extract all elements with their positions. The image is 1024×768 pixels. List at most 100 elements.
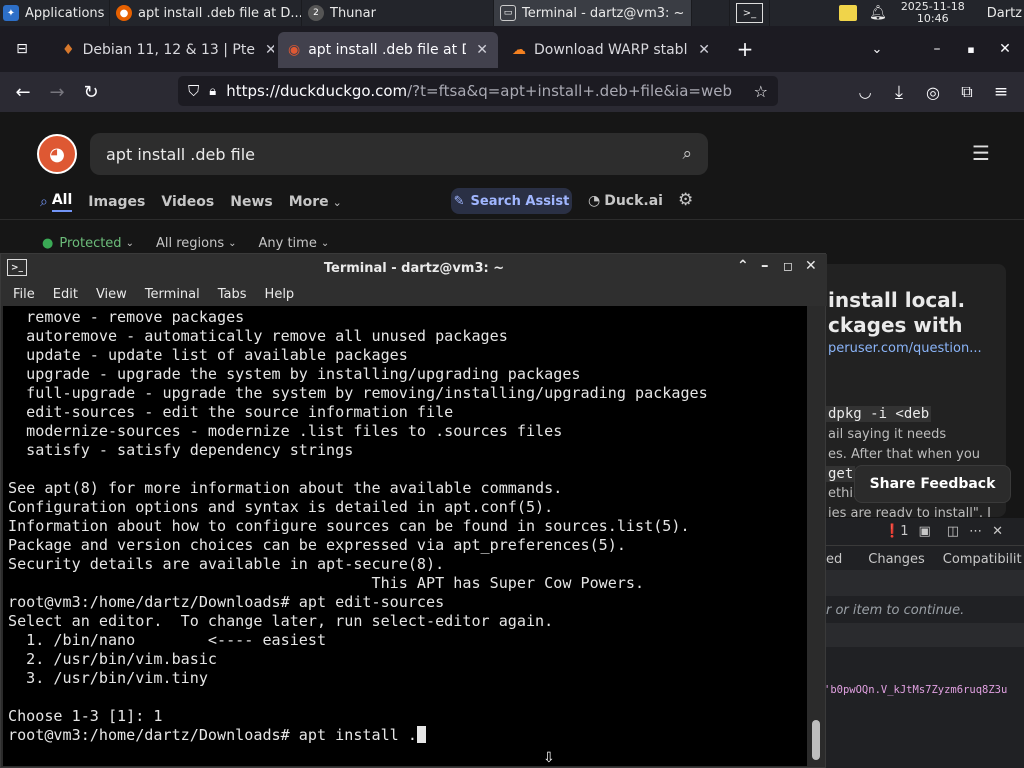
new-tab-icon[interactable]: + [728,32,762,66]
terminal-line: satisfy - satisfy dependency strings [8,441,354,459]
chevron-up-icon[interactable]: ⌃ [737,258,749,274]
duckduckgo-favicon-icon: ◉ [288,42,301,58]
close-tab-icon[interactable]: ✕ [466,42,488,58]
notification-bell-icon[interactable]: 🔔︎ [869,5,887,21]
reload-icon[interactable]: ↻ [74,75,108,109]
terminal-line: Configuration options and syntax is deta… [8,498,554,516]
result-heading[interactable]: install local. ckages with [828,288,965,338]
tab-images[interactable]: Images [88,194,145,210]
time-filter[interactable]: Any time [258,236,316,251]
taskbar-thunar[interactable]: 2 Thunar [302,0,494,26]
url-bar[interactable]: ⛉ 🔒︎ https://duckduckgo.com/?t=ftsa&q=ap… [178,76,778,106]
search-assist-label: Search Assist [470,193,570,209]
scrollbar-thumb[interactable] [812,720,820,760]
tab-warp[interactable]: ☁ Download WARP stable r ✕ [502,32,720,68]
maximize-icon[interactable]: ◻ [783,259,793,273]
pocket-icon[interactable]: ◡ [848,75,882,109]
app-menu-icon[interactable]: ≡ [984,75,1018,109]
user-menu[interactable]: Dartz [987,6,1022,21]
terminal-line: root@vm3:/home/dartz/Downloads# apt edit… [8,593,445,611]
tab-overview-icon[interactable]: ⊟ [4,32,40,66]
downloads-icon[interactable]: ⤓ [882,75,916,109]
menu-help[interactable]: Help [253,287,301,302]
search-icon[interactable]: ⌕ [682,144,692,164]
maximize-icon[interactable]: ▪ [954,32,988,66]
favicon-icon: ♦ [62,42,75,58]
menu-file[interactable]: File [1,287,41,302]
forward-icon[interactable]: → [40,75,74,109]
tab-duckduckgo[interactable]: ◉ apt install .deb file at Du ✕ [278,32,498,68]
duck-ai-button[interactable]: ◔ Duck.ai [588,190,663,212]
duck-ai-icon: ◔ [588,193,601,209]
back-icon[interactable]: ← [6,75,40,109]
settings-gear-icon[interactable]: ⚙ [678,190,693,210]
devtools-tab-changes[interactable]: Changes [868,552,925,567]
hamburger-menu-icon[interactable]: ☰ [972,141,990,165]
tab-news[interactable]: News [230,194,272,210]
top-panel: ✦ Applications ● apt install .deb file a… [0,0,1024,26]
minimize-icon[interactable]: – [920,32,954,66]
tab-duckduckgo-label: apt install .deb file at Du [308,42,467,58]
tab-all[interactable]: All [51,192,73,212]
close-window-icon[interactable]: ✕ [988,32,1022,66]
extensions-icon[interactable]: ⧉ [950,75,984,109]
terminal-line: Select an editor. To change later, run s… [8,612,554,630]
search-input[interactable]: apt install .deb file ⌕ [90,133,708,175]
applications-label: Applications [25,5,105,21]
terminal-app-icon: >_ [7,259,27,276]
list-tabs-icon[interactable]: ⌄ [860,32,894,66]
taskbar-firefox[interactable]: ● apt install .deb file at D... [110,0,302,26]
minimize-icon[interactable]: – [761,256,769,274]
devtools-tab-partial[interactable]: ed [826,552,842,567]
search-assist-button[interactable]: ✎ Search Assist [451,188,572,214]
terminal-line: 1. /bin/nano <---- easiest [8,631,327,649]
browser-tab-strip: ⊟ ♦ Debian 11, 12 & 13 | Pte ✕ ◉ apt ins… [0,26,1024,72]
cloudflare-favicon-icon: ☁ [512,42,526,58]
menu-edit[interactable]: Edit [41,287,84,302]
terminal-output[interactable]: remove - remove packages autoremove - au… [3,306,807,766]
sparkle-icon: ✎ [453,193,465,209]
ddg-divider [0,219,1024,220]
region-filter[interactable]: All regions [156,236,224,251]
account-icon[interactable]: ◎ [916,75,950,109]
applications-menu[interactable]: ✦ Applications [0,0,110,26]
clock[interactable]: 2025-11-18 10:46 [901,1,965,25]
tab-debian[interactable]: ♦ Debian 11, 12 & 13 | Pte ✕ [52,32,274,68]
taskbar-terminal[interactable]: ▭ Terminal - dartz@vm3: ~ [494,0,692,26]
responsive-icon[interactable]: ◫ [947,524,959,539]
menu-view[interactable]: View [84,287,133,302]
devtools-tab-compat[interactable]: Compatibilit [943,552,1022,567]
tab-more[interactable]: More [289,194,329,210]
bookmark-star-icon[interactable]: ☆ [754,82,768,101]
terminal-scrollbar[interactable] [809,306,825,766]
filter-bar: ● Protected ⌄ All regions ⌄ Any time ⌄ [42,231,329,255]
error-badge-icon[interactable]: ❗ [884,524,900,539]
dock-icon[interactable]: ▣ [918,524,930,539]
search-icon: ⌕ [40,194,48,210]
xfce-logo-icon: ✦ [3,5,19,21]
close-tab-icon[interactable]: ✕ [688,42,710,58]
result-link[interactable]: peruser.com/question... [828,341,982,356]
devtools-hint: r or item to continue. [826,603,965,618]
duck-ai-label: Duck.ai [604,193,663,209]
terminal-titlebar[interactable]: >_ Terminal - dartz@vm3: ~ ⌃ – ◻ ✕ [1,254,827,282]
terminal-line: Choose 1-3 [1]: 1 [8,707,163,725]
protected-filter[interactable]: Protected [59,236,121,251]
devtools-toolbar: ❗ 1 ▣ ◫ ⋯ ✕ [826,518,1024,546]
shield-icon: ⛉ [188,82,200,100]
duckduckgo-logo-icon[interactable]: ◕ [37,134,77,174]
tab-videos[interactable]: Videos [161,194,214,210]
share-feedback-button[interactable]: Share Feedback [854,465,1011,503]
workspace-switcher[interactable]: >_ [730,0,770,26]
menu-tabs[interactable]: Tabs [206,287,253,302]
notes-icon[interactable] [839,5,858,21]
menu-terminal[interactable]: Terminal [133,287,206,302]
more-icon[interactable]: ⋯ [969,524,982,539]
taskbar-thunar-label: Thunar [330,5,376,21]
snippet-line-5: ies are ready to install". I [828,506,991,517]
close-devtools-icon[interactable]: ✕ [992,524,1003,539]
terminal-line: 2. /usr/bin/vim.basic [8,650,218,668]
close-tab-icon[interactable]: ✕ [255,42,274,58]
close-icon[interactable]: ✕ [805,258,817,274]
